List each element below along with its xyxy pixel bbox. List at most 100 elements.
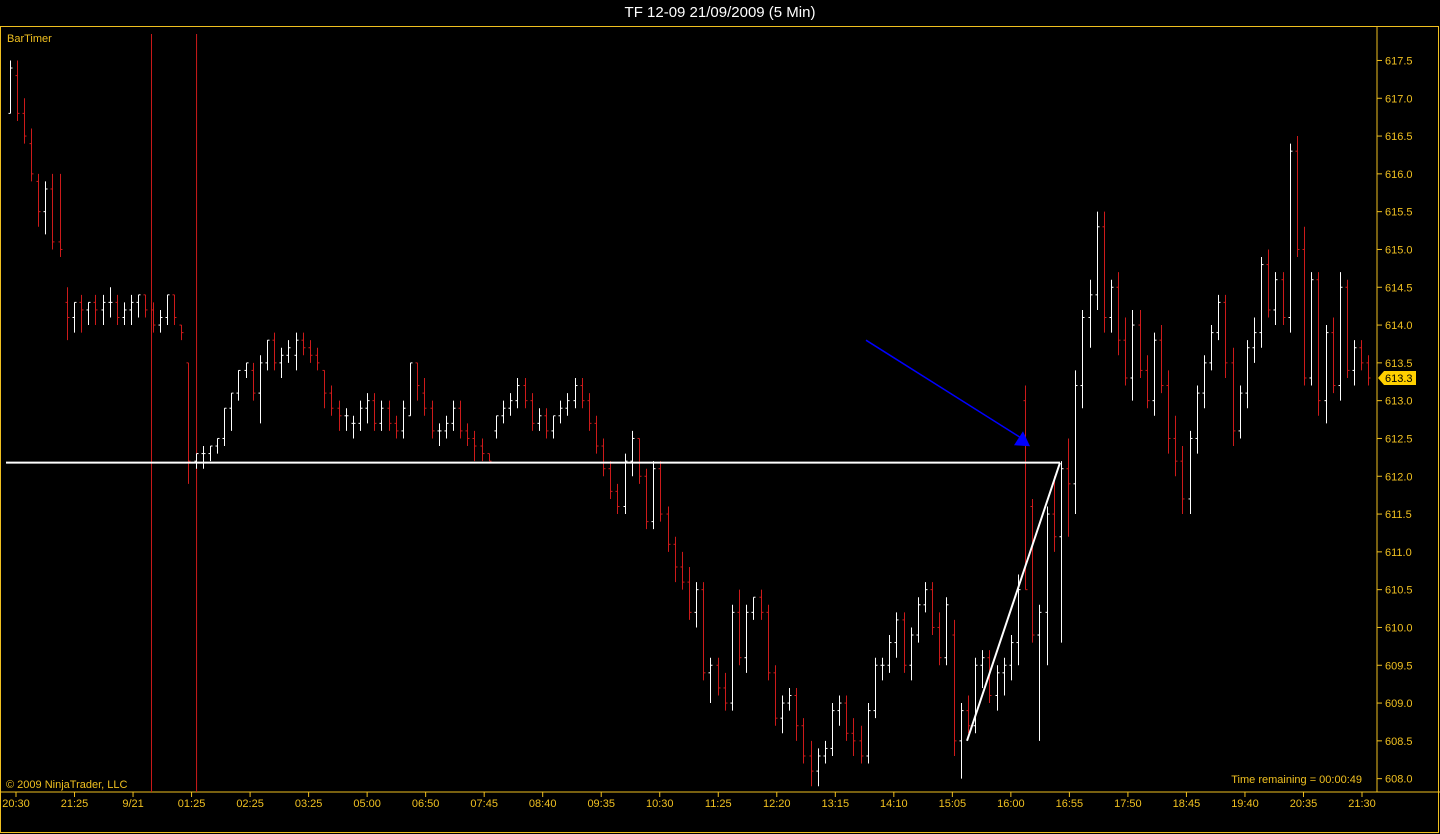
x-tick-label: 07:45 (470, 798, 498, 810)
ohlc-bar (79, 294, 84, 333)
ohlc-bar (15, 60, 20, 121)
ohlc-bar (43, 181, 48, 235)
time-remaining: Time remaining = 00:00:49 (1231, 774, 1362, 786)
x-tick-label: 08:40 (529, 798, 557, 810)
ohlc-bar (1066, 438, 1071, 537)
ohlc-bar (415, 362, 420, 401)
ohlc-bar (408, 362, 413, 417)
ohlc-bar (830, 703, 835, 756)
ohlc-bar (1309, 272, 1314, 386)
x-tick-label: 14:10 (880, 798, 908, 810)
ohlc-bar (952, 619, 957, 756)
x-tick-label: 15:05 (939, 798, 967, 810)
x-tick-label: 18:45 (1173, 798, 1201, 810)
ohlc-bar (215, 437, 220, 454)
ohlc-bar (787, 687, 792, 711)
x-tick-label: 21:25 (61, 798, 89, 810)
ohlc-bar (351, 415, 356, 439)
ohlc-bar (379, 400, 384, 431)
ohlc-bar (136, 294, 141, 318)
ohlc-bar (422, 377, 427, 416)
ohlc-bar (837, 695, 842, 726)
x-tick-label: 20:30 (2, 798, 30, 810)
ohlc-bar (458, 400, 463, 439)
ohlc-bar (1073, 370, 1078, 515)
ohlc-bar (730, 604, 735, 711)
ohlc-bar (1316, 272, 1321, 416)
ohlc-bar (1052, 476, 1057, 552)
ohlc-bar (1302, 226, 1307, 386)
ohlc-bar (115, 294, 120, 326)
y-tick-label: 608.5 (1385, 736, 1413, 748)
y-tick-label: 609.0 (1385, 698, 1413, 710)
ohlc-bar (472, 430, 477, 462)
ohlc-bar (966, 695, 971, 734)
ohlc-bar (265, 339, 270, 371)
ohlc-bar (365, 393, 370, 424)
ohlc-bar (1223, 294, 1228, 378)
ohlc-bar (658, 461, 663, 522)
ohlc-bar (1145, 355, 1150, 409)
x-tick-label: 9/21 (122, 798, 143, 810)
y-tick-label: 613.5 (1385, 358, 1413, 370)
ohlc-bar (158, 309, 163, 333)
y-tick-label: 617.5 (1385, 55, 1413, 67)
ohlc-bar (437, 423, 442, 447)
ohlc-bar (229, 392, 234, 431)
x-tick-label: 12:20 (763, 798, 791, 810)
x-tick-label: 09:35 (587, 798, 615, 810)
ohlc-bar (329, 385, 334, 416)
ohlc-bar (651, 461, 656, 530)
ohlc-bar (637, 437, 642, 484)
ohlc-bar (279, 347, 284, 378)
ohlc-bar (708, 657, 713, 704)
x-tick-label: 01:25 (178, 798, 206, 810)
ohlc-bar (1324, 325, 1329, 424)
y-tick-label: 615.5 (1385, 207, 1413, 219)
ohlc-bar (930, 582, 935, 636)
ohlc-bar (186, 362, 191, 484)
ohlc-bar (573, 377, 578, 409)
y-tick-label: 612.0 (1385, 471, 1413, 483)
ohlc-bar (923, 582, 928, 613)
ohlc-bar (1202, 355, 1207, 409)
chart-panel[interactable]: 608.0 608.5 609.0 609.5 610.0 610.5 611.0 611.5… (0, 26, 1440, 834)
y-tick-label: 612.5 (1385, 433, 1413, 445)
ohlc-bar (751, 596, 756, 620)
y-tick-label: 611.5 (1385, 509, 1412, 521)
ohlc-bar (565, 393, 570, 416)
ohlc-bar (494, 415, 499, 439)
ohlc-bar (1152, 332, 1157, 416)
y-tick-label: 616.0 (1385, 169, 1413, 181)
ohlc-bar (1166, 370, 1171, 454)
ohlc-bar (1059, 461, 1064, 643)
ohlc-bar (944, 597, 949, 666)
ohlc-bar (809, 740, 814, 787)
ohlc-bar (222, 407, 227, 447)
ohlc-chart[interactable]: 608.0 608.5 609.0 609.5 610.0 610.5 611.0 611.5… (0, 26, 1440, 834)
ohlc-bar (194, 453, 199, 469)
ohlc-bar (1123, 317, 1128, 386)
ohlc-bar (816, 748, 821, 787)
ohlc-bar (1045, 506, 1050, 666)
ohlc-bar (108, 287, 113, 318)
ohlc-bar (1295, 136, 1300, 258)
x-tick-label: 10:30 (646, 798, 674, 810)
ohlc-bar (93, 294, 98, 326)
ohlc-bar (8, 60, 13, 114)
chart-title: TF 12-09 21/09/2009 (5 Min) (624, 4, 816, 21)
y-tick-label: 608.0 (1385, 774, 1413, 786)
ohlc-bar (1180, 446, 1185, 515)
trend-line (966, 462, 1061, 742)
ohlc-bar (680, 551, 685, 590)
ohlc-bar (716, 657, 721, 696)
ohlc-bar (630, 430, 635, 477)
ohlc-bar (1345, 279, 1350, 378)
ohlc-bar (401, 400, 406, 439)
x-axis: 20:30 21:25 9/21 01:25 02:25 03:25 05:00 06:50 0… (2, 792, 1376, 810)
ohlc-bar (1109, 279, 1114, 333)
ohlc-bar (859, 725, 864, 764)
ohlc-bar (50, 173, 55, 250)
ohlc-bar (179, 324, 184, 341)
ohlc-bar (851, 718, 856, 756)
